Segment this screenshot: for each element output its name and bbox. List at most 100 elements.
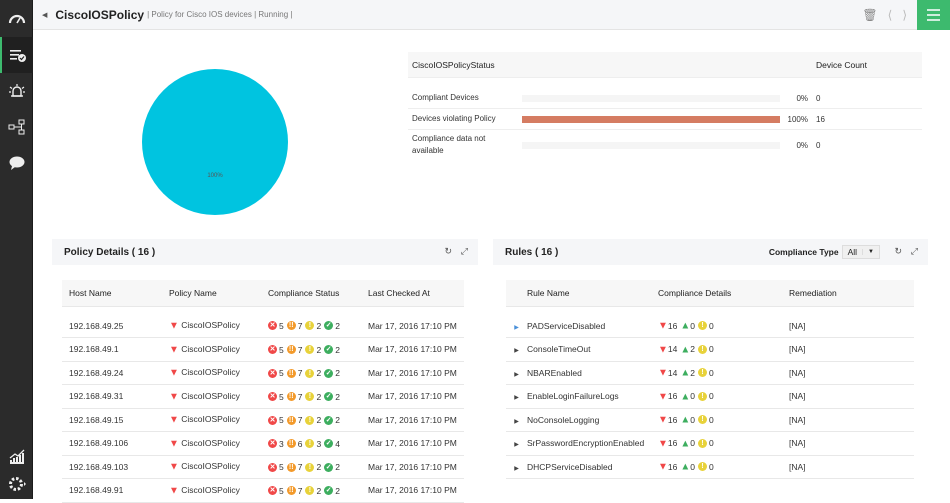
table-row[interactable]: ▶ PADServiceDisabled ▼16 ▲0! 0 [NA] [506,314,914,338]
table-row[interactable]: 192.168.49.15 ▼ CiscoIOSPolicy ✕ 5!! 7! 2 ✓ 2… [62,408,464,432]
thumbs-down-icon: ▼ [658,414,668,426]
host-name[interactable]: 192.168.49.15 [62,408,169,432]
remediation: [NA] [789,455,914,479]
warning-count: 0 [709,414,714,425]
violations-count: 16 [667,461,678,472]
trash-icon[interactable]: 🗑 [862,8,877,22]
table-row[interactable]: 192.168.49.24 ▼ CiscoIOSPolicy ✕ 5!! 7! 2 ✓ 2… [62,361,464,385]
status-count: 16 [816,114,825,124]
last-checked: Mar 17, 2016 17:10 PM [368,478,464,503]
compliance-policy-icon[interactable] [0,37,33,73]
compliance-type-select[interactable]: All ▼ [841,245,880,259]
chat-icon[interactable] [0,145,33,181]
policy-name: CiscoIOSPolicy [181,461,240,472]
host-name[interactable]: 192.168.49.91 [62,478,169,503]
thumbs-down-icon: ▼ [658,367,668,379]
critical-icon: ✕ [268,345,277,355]
status-bar [522,141,780,149]
ok-icon: ✓ [324,321,334,331]
host-name[interactable]: 192.168.49.24 [62,361,169,385]
policy-name: CiscoIOSPolicy [181,414,240,425]
expand-row-icon[interactable]: ▶ [506,394,527,401]
host-name[interactable]: 192.168.49.103 [62,455,169,479]
rule-name: PADServiceDisabled [527,320,606,331]
last-checked: Mar 17, 2016 17:10 PM [368,431,464,456]
critical-count: 5 [279,485,284,496]
col-rule-name[interactable]: Rule Name [506,280,658,307]
expand-row-icon[interactable]: ▶ [506,441,527,448]
warning-icon: ! [305,392,315,402]
compliant-count: 0 [690,391,696,402]
table-row[interactable]: 192.168.49.103 ▼ CiscoIOSPolicy ✕ 5!! 7! 2 ✓… [62,455,464,479]
col-remediation[interactable]: Remediation [789,280,914,307]
table-row[interactable]: 192.168.49.25 ▼ CiscoIOSPolicy ✕ 5!! 7! 2 ✓ 2… [62,314,464,338]
thumbs-down-icon: ▼ [169,461,179,473]
host-name[interactable]: 192.168.49.25 [62,314,169,338]
expand-icon[interactable]: ⤢ [911,246,918,257]
warning-icon: ! [305,345,315,355]
status-bar [522,115,780,123]
refresh-icon[interactable]: ↻ [894,246,902,257]
network-map-icon[interactable] [0,109,33,145]
warning-icon: ! [698,415,708,425]
ok-icon: ✓ [324,392,334,402]
table-row[interactable]: ▶ SrPasswordEncryptionEnabled ▼16 ▲0! 0 [NA… [506,431,914,456]
ok-icon: ✓ [324,462,334,472]
thumbs-up-icon: ▲ [680,320,691,332]
expand-row-icon[interactable]: ▶ [506,324,527,331]
rule-name: NoConsoleLogging [527,414,600,425]
expand-icon[interactable]: ⤢ [461,246,468,257]
table-row[interactable]: ▶ NoConsoleLogging ▼16 ▲0! 0 [NA] [506,408,914,432]
violations-count: 16 [667,414,678,425]
chevron-down-icon: ▼ [862,249,879,255]
host-name[interactable]: 192.168.49.106 [62,431,169,456]
col-policy-name[interactable]: Policy Name [169,280,268,307]
host-name[interactable]: 192.168.49.1 [62,337,169,362]
violations-count: 14 [667,367,678,378]
refresh-icon[interactable]: ↻ [444,246,452,257]
pie-slice-devices-violating-policy[interactable]: 100% [142,69,288,215]
settings-icon[interactable] [0,466,33,502]
table-row[interactable]: ▶ EnableLoginFailureLogs ▼16 ▲0! 0 [NA] [506,384,914,409]
alarm-icon[interactable] [0,73,33,109]
table-row[interactable]: 192.168.49.1 ▼ CiscoIOSPolicy ✕ 5!! 7! 2 ✓ 2 M… [62,337,464,362]
warning-count: 0 [709,461,714,472]
col-compliance-status[interactable]: Compliance Status [268,280,368,307]
remediation: [NA] [789,384,914,409]
next-icon[interactable]: ⟩ [902,8,907,22]
col-last-checked[interactable]: Last Checked At [368,280,464,307]
dashboard-icon[interactable] [0,0,33,36]
expand-row-icon[interactable]: ▶ [506,418,527,425]
major-count: 7 [297,320,303,331]
warning-icon: ! [305,415,315,425]
warning-icon: ! [698,368,708,378]
thumbs-down-icon: ▼ [658,343,668,355]
back-arrow-icon[interactable]: ◀ [42,11,47,19]
expand-row-icon[interactable]: ▶ [506,371,527,378]
table-row[interactable]: 192.168.49.91 ▼ CiscoIOSPolicy ✕ 5!! 7! 2 ✓ 2… [62,478,464,503]
col-compliance-details[interactable]: Compliance Details [658,280,789,307]
col-host-name[interactable]: Host Name [62,280,169,307]
warning-count: 0 [709,320,714,331]
ok-icon: ✓ [324,345,334,355]
status-row: Compliance data not available 0% 0 [408,130,922,160]
last-checked: Mar 17, 2016 17:10 PM [368,455,464,479]
expand-row-icon[interactable]: ▶ [506,465,527,472]
expand-row-icon[interactable]: ▶ [506,347,527,354]
warning-count: 0 [709,438,714,449]
ok-count: 2 [335,485,340,496]
remediation: [NA] [789,431,914,456]
thumbs-down-icon: ▼ [658,437,668,449]
table-row[interactable]: ▶ DHCPServiceDisabled ▼16 ▲0! 0 [NA] [506,455,914,479]
rule-name: EnableLoginFailureLogs [527,391,619,402]
critical-icon: ✕ [268,486,277,496]
col-device-count: Device Count [816,59,868,70]
menu-button[interactable] [917,0,950,30]
last-checked: Mar 17, 2016 17:10 PM [368,314,464,338]
table-row[interactable]: ▶ ConsoleTimeOut ▼14 ▲2! 0 [NA] [506,337,914,362]
host-name[interactable]: 192.168.49.31 [62,384,169,409]
table-row[interactable]: 192.168.49.31 ▼ CiscoIOSPolicy ✕ 5!! 7! 2 ✓ 2… [62,384,464,409]
table-row[interactable]: ▶ NBAREnabled ▼14 ▲2! 0 [NA] [506,361,914,385]
table-row[interactable]: 192.168.49.106 ▼ CiscoIOSPolicy ✕ 3!! 6! 3 ✓… [62,431,464,456]
previous-icon[interactable]: ⟨ [888,8,893,22]
